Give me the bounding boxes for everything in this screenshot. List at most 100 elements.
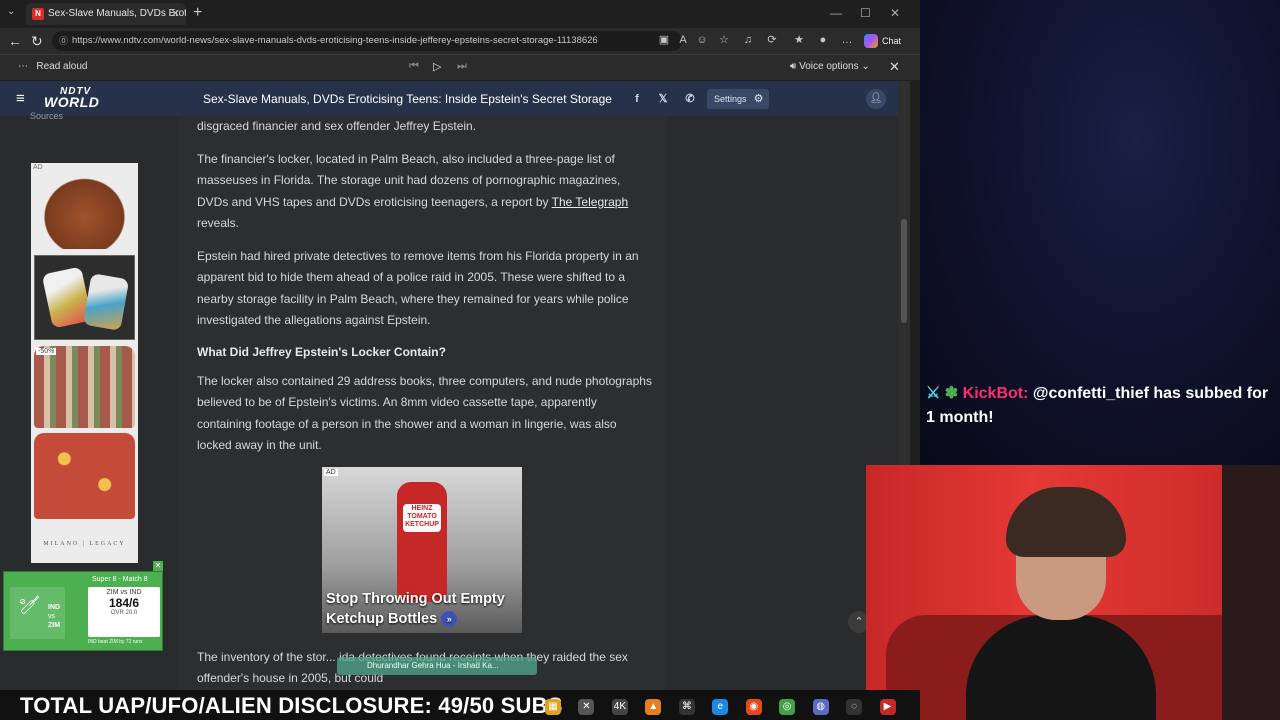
media-toast[interactable]: Dhurandhar Gehra Hua - Irshad Ka... [337,657,537,675]
back-icon[interactable]: ← [8,32,22,50]
tab-actions-icon[interactable]: ⌄ [7,6,15,17]
tab-bar: ⌄ N Sex-Slave Manuals, DVDs Eroticising … [0,0,920,28]
read-aloud-bar: ⋯ Read aloud ⏮ ▷ ⏭ 🔊︎ Voice options ⌄ ✕ [0,54,920,80]
telegraph-link[interactable]: The Telegraph [552,195,629,209]
firefox-icon[interactable]: ◉ [745,699,762,715]
screen: ⌄ N Sex-Slave Manuals, DVDs Eroticising … [0,0,1280,720]
handbag-product-image[interactable] [34,169,135,249]
favorite-star-icon[interactable]: ☆ [717,33,731,47]
tab-close-icon[interactable]: ✕ [171,3,180,25]
sale-badge: -50% [36,348,57,355]
kick-icon: ✽ [944,385,959,402]
cricket-illustration: 🏏︎ IND vs ZIM [10,587,65,639]
taskbar-app-icon[interactable]: ▦ [545,699,561,715]
play-icon[interactable]: ▷ [433,60,441,73]
article-paragraph: The financier's locker, located in Palm … [197,152,629,231]
x-twitter-icon[interactable]: 𝕏 [653,89,673,109]
read-aloud-icon[interactable]: A [676,33,690,47]
media-player-icon[interactable]: ▶ [879,699,896,715]
url-text: https://www.ndtv.com/world-news/sex-slav… [72,35,598,46]
article-paragraph: The locker also contained 29 address boo… [197,374,652,453]
new-tab-icon[interactable]: + [193,4,202,22]
favorites-icon[interactable]: ★ [792,33,806,47]
gear-icon: ⚙ [753,93,764,105]
extensions-icon[interactable]: ⟳ [765,33,779,47]
whatsapp-icon[interactable]: ✆ [680,89,700,109]
article-body: disgraced financier and sex offender Jef… [178,116,666,690]
streamer-hair [1006,487,1126,557]
site-info-icon[interactable]: ⓪ [59,31,68,51]
url-field[interactable]: ⓪ https://www.ndtv.com/world-news/sex-sl… [52,31,682,51]
double-chevron-icon: » [441,611,458,628]
voice-options-button[interactable]: 🔊︎ Voice options ⌄ [790,61,870,72]
ad-brand-name: MILANO | LEGACY [43,541,126,547]
browser-window: ⌄ N Sex-Slave Manuals, DVDs Eroticising … [0,0,920,690]
tab-title: Sex-Slave Manuals, DVDs Eroticising Teen… [48,8,186,19]
sub-alert: ⚔︎ ✽ KickBot: @confetti_thief has subbed… [926,382,1276,430]
hamburger-menu-icon[interactable]: ≡ [16,90,25,107]
taskbar-app-icon[interactable]: ✕ [578,699,595,715]
webpage: ≡ NDTV WORLD Sex-Slave Manuals, DVDs Ero… [0,81,910,690]
cricket-scorecard-widget[interactable]: ✕ 🏏︎ IND vs ZIM Super 8 - Match 8 ZIM vs… [3,561,163,651]
floral-shirt-product-image[interactable] [34,433,135,519]
ad-caption[interactable]: Stop Throwing Out Empty Ketchup Bottles … [326,589,522,629]
plaid-shirt-product-image[interactable]: -50% [34,346,135,428]
obs-icon[interactable]: ◌ [846,699,863,715]
subgoal-text: TOTAL UAP/UFO/ALIEN DISCLOSURE: 49/50 SU… [20,693,563,718]
sidebar-ad[interactable]: AD -50% MILANO | LEGACY [31,163,138,563]
split-screen-icon[interactable]: ▣ [657,33,671,47]
window-close-icon[interactable]: ✕ [890,6,900,20]
taskbar-app-icon[interactable]: 4K [611,699,628,715]
discord-icon[interactable]: ◍ [812,699,829,715]
ad-tag: AD [324,469,338,476]
facebook-icon[interactable]: f [627,89,647,109]
copilot-chat-button[interactable]: Chat [862,32,901,50]
settings-label: Settings [714,94,747,104]
copilot-icon [864,34,878,48]
score-box: ZIM vs IND 184/6 OVR 20.0 [88,587,160,637]
score-runs: 184/6 [108,596,140,610]
header-article-title: Sex-Slave Manuals, DVDs Eroticising Teen… [203,92,612,106]
edge-icon[interactable]: e [712,699,729,715]
scrollbar-thumb[interactable] [901,219,907,323]
article-subheading: What Did Jeffrey Epstein's Locker Contai… [197,345,446,359]
taskbar-app-icon[interactable]: ⌘ [678,699,695,715]
cricket-player-icon: 🏏︎ [18,595,41,615]
sword-icon: ⚔︎ [926,385,941,402]
immersive-reader-icon[interactable]: ☺ [695,33,709,47]
previous-paragraph-icon[interactable]: ⏮ [409,60,419,73]
media-icon[interactable]: ♫ [741,33,755,47]
bottle-label: HEINZ TOMATO KETCHUP [405,505,439,528]
matchup-label: IND vs ZIM [48,604,61,629]
minimize-icon[interactable]: — [830,6,842,20]
score-teams: ZIM vs IND [106,589,142,596]
ndtv-world-logo[interactable]: NDTV WORLD [44,86,99,109]
active-tab[interactable]: N Sex-Slave Manuals, DVDs Eroticising Te… [26,3,186,25]
read-aloud-close-icon[interactable]: ✕ [889,59,900,75]
article-paragraph: disgraced financier and sex offender Jef… [197,119,477,133]
profile-icon[interactable]: ● [816,33,830,47]
sources-label: Sources [30,111,64,121]
maximize-icon[interactable]: ☐ [860,6,871,20]
score-overs: OVR 20.0 [110,610,138,616]
ndtv-favicon-icon: N [32,8,44,20]
webcam-feed [866,465,1280,720]
ketchup-bottle-image [397,482,447,602]
ketchup-ad[interactable]: AD HEINZ TOMATO KETCHUP Stop Throwing Ou… [322,467,522,633]
vlc-icon[interactable]: ▲ [645,699,662,715]
user-avatar-icon[interactable]: 👤︎ [866,89,886,109]
match-header: Super 8 - Match 8 [92,576,148,583]
chrome-icon[interactable]: ◎ [779,699,796,715]
read-aloud-label: ⋯ Read aloud [18,61,88,72]
match-result: IND beat ZIM by 72 runs [88,639,143,645]
scorecard-close-icon[interactable]: ✕ [153,561,163,571]
refresh-icon[interactable]: ↻ [31,32,43,50]
alert-bot-name: KickBot: [962,385,1029,402]
site-header: ≡ NDTV WORLD Sex-Slave Manuals, DVDs Ero… [0,81,910,116]
address-bar-row: ← ↻ ⓪ https://www.ndtv.com/world-news/se… [0,28,920,54]
subgoal-banner: TOTAL UAP/UFO/ALIEN DISCLOSURE: 49/50 SU… [0,690,920,720]
settings-button[interactable]: Settings ⚙ [707,89,769,109]
next-paragraph-icon[interactable]: ⏭ [457,60,467,73]
more-menu-icon[interactable]: … [840,33,854,47]
sneakers-product-image[interactable] [34,255,135,340]
